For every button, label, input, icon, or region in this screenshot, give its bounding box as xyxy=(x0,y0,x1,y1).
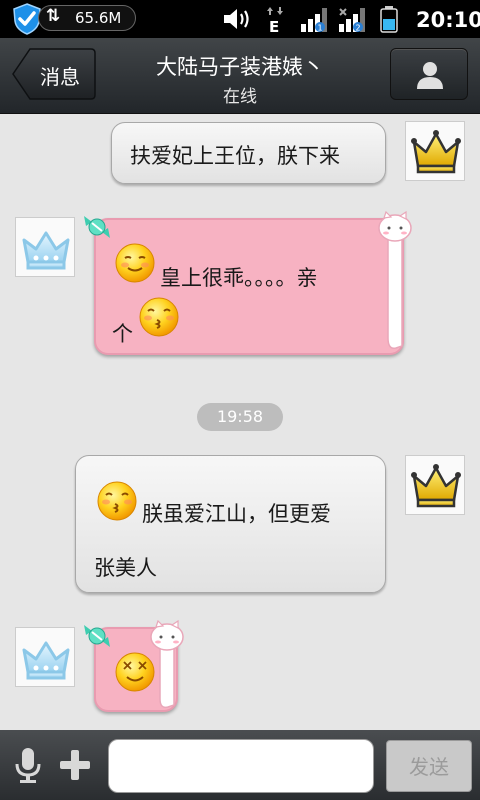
signal-icon: 2 xyxy=(339,8,365,33)
svg-text:2: 2 xyxy=(356,24,361,33)
plus-icon[interactable] xyxy=(58,748,92,782)
shy-smile-emoji xyxy=(115,243,155,283)
send-button[interactable]: 发送 xyxy=(386,740,472,792)
bunny-ribbon-icon xyxy=(150,619,184,709)
gold-crown-icon[interactable] xyxy=(405,121,465,181)
kiss-emoji xyxy=(139,297,179,337)
edge-network-icon: E xyxy=(267,7,283,34)
message-bubble-incoming[interactable]: 皇上很乖。。。。亲 个 xyxy=(94,218,404,355)
chat-area[interactable]: 扶爱妃上王位，朕下来 皇上很乖。。。。亲 个 19:58 朕虽爱江山，但更爱 张… xyxy=(0,114,480,730)
status-bar: ⇅ 65.6M E 1 2 20:10 xyxy=(0,0,480,38)
bunny-ribbon-icon xyxy=(378,210,412,350)
gold-crown-icon[interactable] xyxy=(405,455,465,515)
message-text: 扶爱妃上王位，朕下来 xyxy=(130,144,340,168)
timestamp-divider: 19:58 xyxy=(197,403,283,431)
signal-icon: 1 xyxy=(301,8,327,33)
input-bar: 发送 xyxy=(0,730,480,800)
blue-crown-icon[interactable] xyxy=(15,627,75,687)
microphone-icon[interactable] xyxy=(12,746,44,784)
memory-readout: 65.6M xyxy=(75,9,122,27)
battery-icon xyxy=(380,6,398,33)
clock: 20:10 xyxy=(416,8,480,32)
chat-header: 消息 大陆马子装港婊丶 在线 xyxy=(0,38,480,114)
blue-crown-icon[interactable] xyxy=(15,217,75,277)
volume-icon xyxy=(224,9,249,29)
candy-icon xyxy=(84,625,110,647)
message-text-line2: 张美人 xyxy=(94,556,157,580)
message-bubble-outgoing[interactable]: 扶爱妃上王位，朕下来 xyxy=(111,122,386,184)
message-text-line2: 个 xyxy=(112,322,133,346)
svg-text:1: 1 xyxy=(318,24,323,33)
svg-text:E: E xyxy=(269,18,279,34)
message-input[interactable] xyxy=(108,739,374,793)
person-icon xyxy=(417,62,443,89)
message-text-line1: 朕虽爱江山，但更爱 xyxy=(142,502,331,526)
profile-button[interactable] xyxy=(390,48,468,100)
kiss-emoji xyxy=(97,481,137,521)
message-bubble-outgoing[interactable]: 朕虽爱江山，但更爱 张美人 xyxy=(75,455,386,593)
sync-icon: ⇅ xyxy=(46,6,61,26)
message-text-line1: 皇上很乖。。。。亲 xyxy=(160,266,318,290)
candy-icon xyxy=(84,216,110,238)
